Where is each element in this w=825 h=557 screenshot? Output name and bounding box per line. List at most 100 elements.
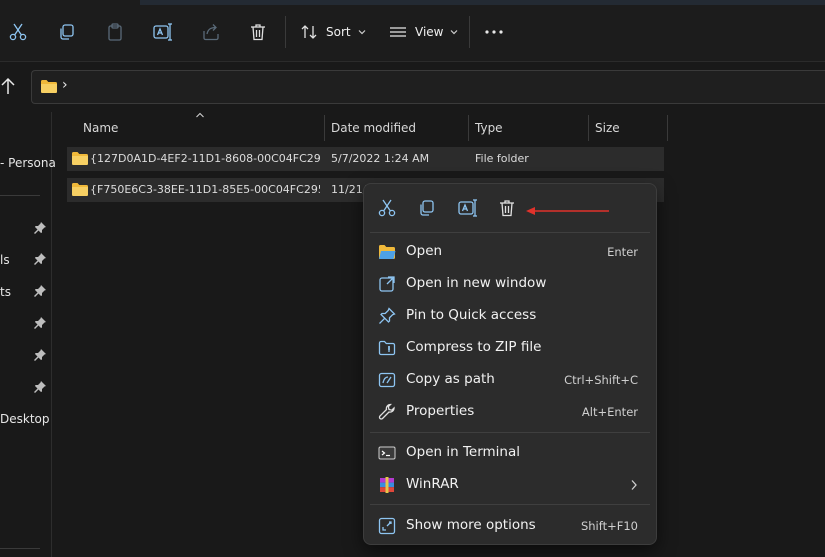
cut-icon[interactable] bbox=[377, 198, 397, 218]
share-button[interactable] bbox=[201, 18, 221, 46]
folder-icon bbox=[72, 183, 88, 196]
column-header-size[interactable]: Size bbox=[595, 114, 620, 142]
address-bar[interactable]: › bbox=[31, 70, 825, 104]
context-quick-actions bbox=[364, 184, 656, 232]
address-row: › bbox=[0, 62, 825, 112]
view-label: View bbox=[415, 25, 444, 39]
breadcrumb-separator[interactable]: › bbox=[62, 77, 68, 93]
folder-open-icon bbox=[379, 245, 396, 259]
column-divider[interactable] bbox=[588, 115, 589, 141]
sidebar-divider bbox=[0, 548, 40, 549]
menu-item-show-more-options[interactable]: Show more options Shift+F10 bbox=[368, 511, 652, 541]
rename-button[interactable] bbox=[152, 18, 174, 46]
winrar-icon bbox=[380, 477, 394, 493]
file-type: File folder bbox=[475, 152, 529, 165]
sidebar-item-label[interactable]: ls bbox=[0, 253, 10, 267]
folder-icon bbox=[72, 152, 88, 165]
pin-icon bbox=[34, 285, 46, 297]
column-divider[interactable] bbox=[324, 115, 325, 141]
menu-item-shortcut: Ctrl+Shift+C bbox=[564, 373, 638, 387]
menu-item-label: Show more options bbox=[406, 517, 536, 533]
column-divider[interactable] bbox=[468, 115, 469, 141]
delete-icon[interactable] bbox=[497, 198, 517, 218]
column-divider[interactable] bbox=[667, 115, 668, 141]
zip-icon bbox=[378, 340, 396, 356]
view-button[interactable]: View bbox=[389, 18, 459, 46]
delete-button[interactable] bbox=[248, 18, 268, 46]
rename-icon[interactable] bbox=[457, 198, 479, 218]
file-date: 5/7/2022 1:24 AM bbox=[331, 152, 430, 165]
column-header-name[interactable]: Name bbox=[83, 114, 118, 142]
command-bar: Sort View bbox=[0, 0, 825, 62]
menu-item-open-new-window[interactable]: Open in new window bbox=[368, 269, 652, 299]
sort-button[interactable]: Sort bbox=[300, 18, 367, 46]
sidebar-item-label[interactable]: ts bbox=[0, 285, 11, 299]
pin-icon bbox=[34, 381, 46, 393]
file-row[interactable]: {127D0A1D-4EF2-11D1-8608-00C04FC295... 5… bbox=[67, 147, 664, 171]
menu-item-label: Copy as path bbox=[406, 371, 495, 387]
sidebar-item-label[interactable]: Desktop bbox=[0, 412, 50, 426]
up-arrow-icon[interactable] bbox=[0, 76, 18, 96]
new-window-icon bbox=[379, 276, 395, 292]
paste-icon bbox=[108, 23, 122, 41]
sort-label: Sort bbox=[326, 25, 351, 39]
copy-button[interactable] bbox=[57, 18, 77, 46]
menu-separator bbox=[370, 432, 650, 433]
menu-item-properties[interactable]: Properties Alt+Enter bbox=[368, 397, 652, 427]
toolbar-separator bbox=[285, 16, 286, 48]
menu-item-label: Compress to ZIP file bbox=[406, 339, 542, 355]
rename-icon bbox=[153, 23, 172, 41]
chevron-down-icon bbox=[451, 30, 458, 35]
copy-icon[interactable] bbox=[417, 198, 437, 218]
tab-strip bbox=[140, 0, 825, 5]
menu-item-label: Properties bbox=[406, 403, 475, 419]
menu-item-label: WinRAR bbox=[406, 476, 459, 492]
chevron-down-icon bbox=[358, 30, 366, 35]
context-menu: Open Enter Open in new window Pin to Qui… bbox=[363, 183, 657, 545]
toolbar-separator bbox=[469, 16, 470, 48]
pin-icon bbox=[34, 253, 46, 265]
menu-item-copy-as-path[interactable]: Copy as path Ctrl+Shift+C bbox=[368, 365, 652, 395]
pin-icon bbox=[379, 307, 396, 324]
sidebar-divider bbox=[0, 195, 40, 196]
paste-button[interactable] bbox=[105, 18, 125, 46]
menu-item-shortcut: Enter bbox=[607, 245, 638, 259]
menu-item-shortcut: Alt+Enter bbox=[581, 405, 638, 419]
more-options-icon bbox=[378, 517, 396, 535]
chevron-right-icon bbox=[631, 480, 637, 490]
menu-item-label: Open in new window bbox=[406, 275, 547, 291]
menu-item-winrar[interactable]: WinRAR bbox=[368, 470, 652, 500]
menu-separator bbox=[370, 232, 650, 233]
menu-item-pin-quick-access[interactable]: Pin to Quick access bbox=[368, 301, 652, 331]
more-button[interactable] bbox=[484, 18, 504, 46]
sidebar-item-label[interactable]: - Persona bbox=[0, 156, 56, 170]
menu-item-label: Open in Terminal bbox=[406, 444, 520, 460]
menu-separator bbox=[370, 504, 650, 505]
folder-icon bbox=[41, 80, 57, 93]
terminal-icon bbox=[378, 446, 396, 460]
menu-item-label: Open bbox=[406, 243, 443, 259]
pin-icon bbox=[34, 317, 46, 329]
annotation-arrow-icon bbox=[526, 207, 609, 215]
menu-item-label: Pin to Quick access bbox=[406, 307, 537, 323]
navigation-pane: - Persona ls ts Desktop bbox=[0, 112, 56, 557]
menu-item-compress-zip[interactable]: Compress to ZIP file bbox=[368, 333, 652, 363]
column-header-type[interactable]: Type bbox=[475, 114, 503, 142]
cut-button[interactable] bbox=[8, 18, 28, 46]
column-header-date[interactable]: Date modified bbox=[331, 114, 416, 142]
file-name: {127D0A1D-4EF2-11D1-8608-00C04FC295... bbox=[90, 152, 320, 165]
wrench-icon bbox=[378, 403, 395, 420]
sort-ascending-caret-icon bbox=[196, 112, 204, 118]
menu-item-open[interactable]: Open Enter bbox=[368, 237, 652, 267]
pin-icon bbox=[34, 349, 46, 361]
share-icon bbox=[203, 24, 219, 41]
more-icon bbox=[485, 30, 503, 34]
file-date: 11/21/ bbox=[331, 183, 367, 196]
file-name: {F750E6C3-38EE-11D1-85E5-00C04FC295... bbox=[90, 183, 320, 196]
view-icon bbox=[390, 27, 406, 37]
cut-icon bbox=[9, 23, 27, 41]
menu-item-open-terminal[interactable]: Open in Terminal bbox=[368, 438, 652, 468]
menu-item-shortcut: Shift+F10 bbox=[580, 519, 638, 533]
delete-icon bbox=[251, 24, 265, 41]
copy-icon bbox=[60, 24, 74, 40]
